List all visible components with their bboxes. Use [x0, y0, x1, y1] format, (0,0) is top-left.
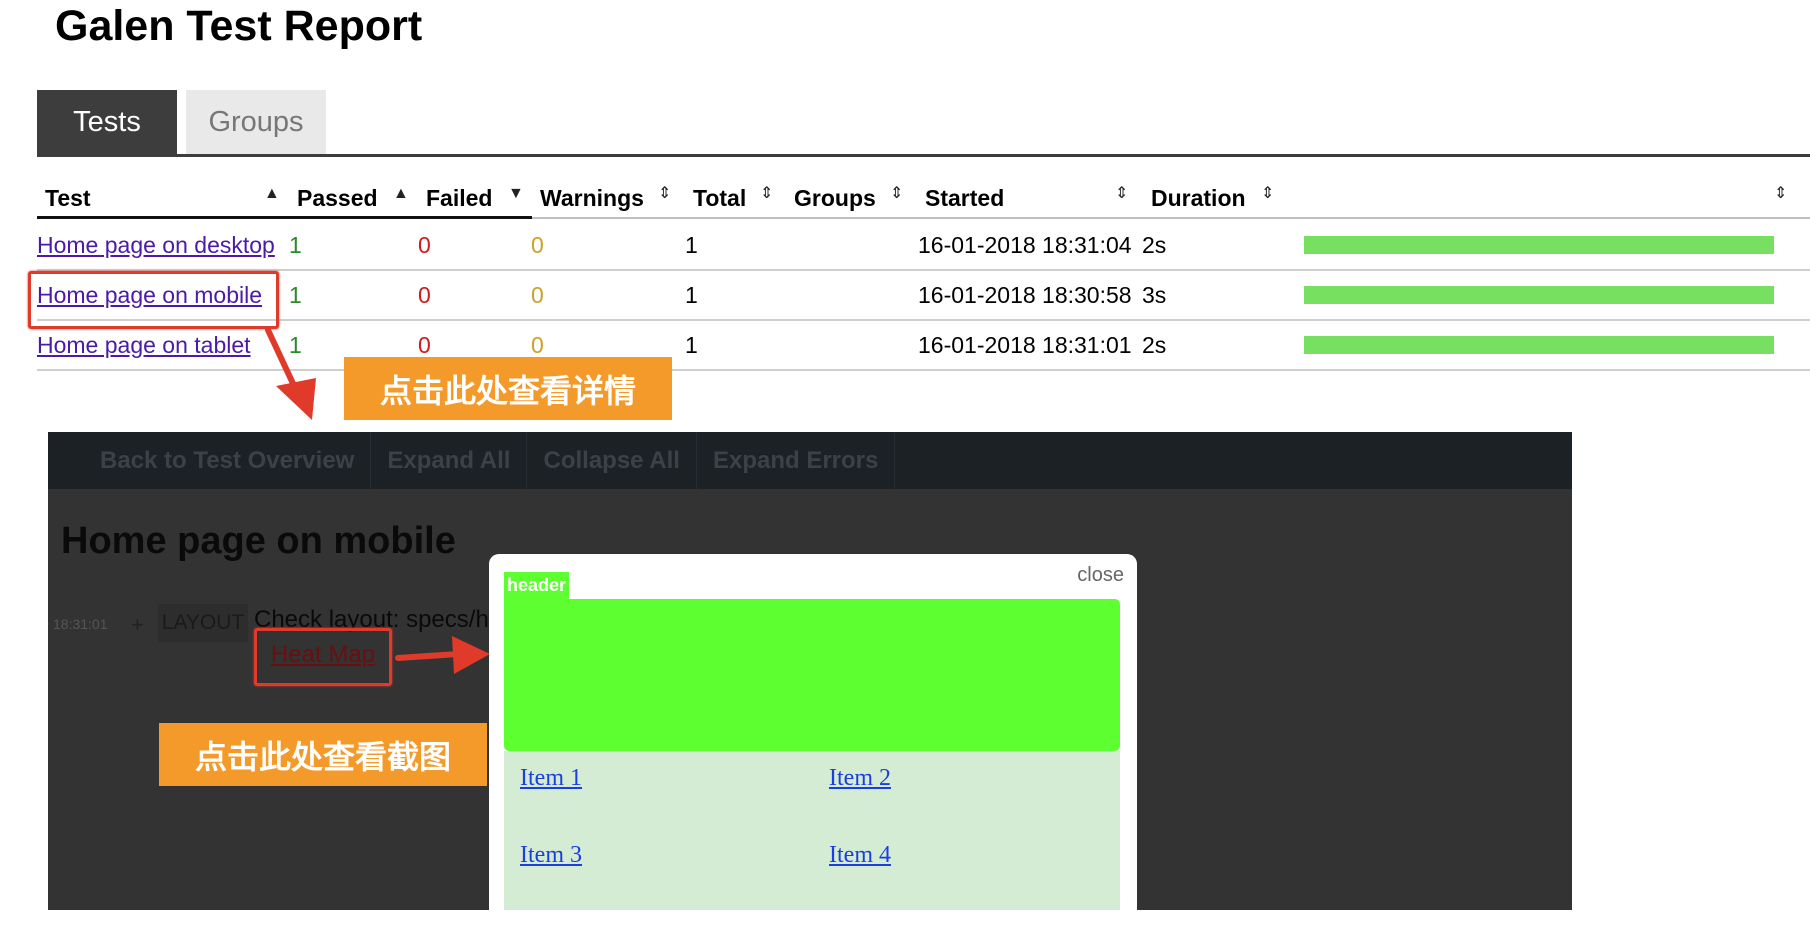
column-header-started[interactable]: Started	[925, 176, 1004, 220]
menu-item-link[interactable]: Item 3	[520, 842, 582, 869]
callout-view-screenshot: 点击此处查看截图	[159, 723, 487, 786]
tab-groups[interactable]: Groups	[186, 90, 326, 155]
column-header-test[interactable]: Test	[45, 176, 91, 220]
layout-tag: LAYOUT	[158, 604, 248, 642]
collapse-all-button[interactable]: Collapse All	[527, 432, 697, 489]
column-header-duration[interactable]: Duration	[1151, 176, 1246, 220]
sort-both-icon[interactable]: ⇕	[658, 186, 671, 202]
failed-count: 0	[418, 231, 431, 258]
column-header-total[interactable]: Total	[693, 176, 746, 220]
popup-close-button[interactable]: close	[1077, 564, 1124, 587]
column-header-groups[interactable]: Groups	[794, 176, 876, 220]
passed-count: 1	[289, 231, 302, 258]
expand-icon[interactable]: +	[131, 612, 144, 638]
sort-both-icon[interactable]: ⇕	[1261, 186, 1274, 202]
sorted-column-indicator	[37, 216, 532, 219]
sort-desc-icon[interactable]: ▼	[508, 186, 524, 202]
total-count: 1	[685, 231, 698, 258]
sort-both-icon[interactable]: ⇕	[1774, 186, 1787, 202]
sort-asc-icon[interactable]: ▲	[393, 186, 409, 202]
started-time: 16-01-2018 18:30:58	[918, 281, 1132, 308]
callout-view-details: 点击此处查看详情	[344, 357, 672, 420]
header-object-area	[504, 599, 1120, 751]
menu-item-link[interactable]: Item 2	[829, 765, 891, 792]
back-to-overview-button[interactable]: Back to Test Overview	[84, 432, 372, 489]
started-time: 16-01-2018 18:31:01	[918, 331, 1132, 358]
menu-area: Item 1 Item 2 Item 3 Item 4	[504, 751, 1120, 910]
tabs-divider	[37, 154, 1810, 157]
sort-asc-icon[interactable]: ▲	[264, 186, 280, 202]
progress-bar	[1304, 286, 1774, 304]
sort-both-icon[interactable]: ⇕	[890, 186, 903, 202]
started-time: 16-01-2018 18:31:04	[918, 231, 1132, 258]
highlight-box-mobile-test	[28, 271, 279, 329]
table-row: Home page on desktop 1 0 0 1 16-01-2018 …	[37, 221, 1810, 271]
tab-bar: Tests Groups	[37, 90, 335, 155]
arrow-icon	[395, 636, 490, 674]
progress-bar	[1304, 336, 1774, 354]
duration-value: 2s	[1142, 331, 1167, 358]
menu-item-link[interactable]: Item 1	[520, 765, 582, 792]
expand-errors-button[interactable]: Expand Errors	[697, 432, 896, 489]
arrow-icon	[265, 327, 316, 420]
warnings-count: 0	[531, 231, 544, 258]
column-header-passed[interactable]: Passed	[297, 176, 378, 220]
duration-value: 3s	[1142, 281, 1167, 308]
warnings-count: 0	[531, 281, 544, 308]
timestamp: 18:31:01	[53, 616, 108, 632]
tab-tests[interactable]: Tests	[37, 90, 177, 155]
test-link[interactable]: Home page on desktop	[37, 221, 275, 269]
sort-both-icon[interactable]: ⇕	[760, 186, 773, 202]
column-header-warnings[interactable]: Warnings	[540, 176, 644, 220]
screenshot-popup: close header Item 1 Item 2 Item 3 Item 4	[489, 554, 1137, 910]
detail-title: Home page on mobile	[61, 520, 456, 562]
progress-bar	[1304, 236, 1774, 254]
failed-count: 0	[418, 281, 431, 308]
page-title: Galen Test Report	[55, 2, 423, 50]
table-row: Home page on mobile 1 0 0 1 16-01-2018 1…	[37, 271, 1810, 321]
duration-value: 2s	[1142, 231, 1167, 258]
detail-nav-bar: Back to Test Overview Expand All Collaps…	[48, 432, 1572, 489]
column-header-failed[interactable]: Failed	[426, 176, 492, 220]
table-header: Test ▲ Passed ▲ Failed ▼ Warnings ⇕ Tota…	[37, 176, 1810, 220]
total-count: 1	[685, 331, 698, 358]
menu-item-link[interactable]: Item 4	[829, 842, 891, 869]
sort-both-icon[interactable]: ⇕	[1115, 186, 1128, 202]
highlight-box-heat-map	[254, 628, 392, 686]
expand-all-button[interactable]: Expand All	[371, 432, 528, 489]
total-count: 1	[685, 281, 698, 308]
detail-screenshot: Back to Test Overview Expand All Collaps…	[48, 432, 1572, 910]
header-object-label: header	[504, 572, 570, 599]
passed-count: 1	[289, 281, 302, 308]
